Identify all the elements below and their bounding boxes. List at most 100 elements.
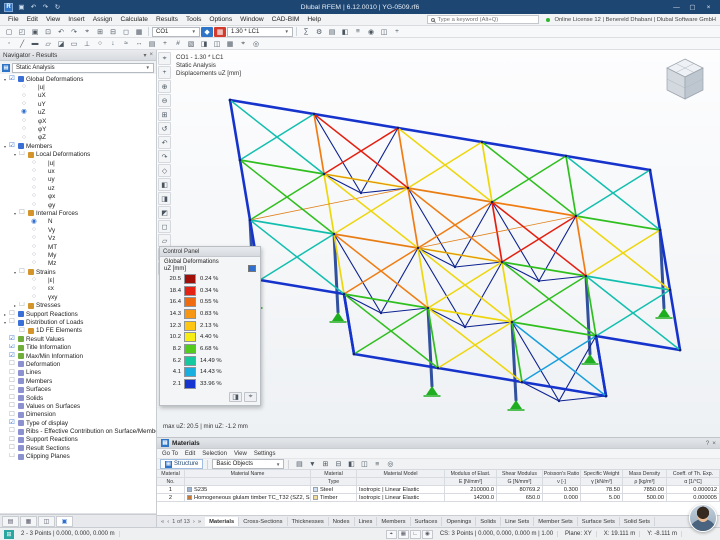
print-button[interactable]: ⊡ bbox=[42, 27, 54, 37]
section-tool[interactable]: ▤ bbox=[146, 39, 158, 49]
osnap-toggle[interactable]: ◉ bbox=[422, 530, 433, 539]
navigator-tree-item[interactable]: ○ φx bbox=[0, 192, 156, 200]
navigator-tree-item[interactable]: ○ εx bbox=[0, 285, 156, 293]
isometric-view-tool[interactable]: ◇ bbox=[158, 164, 171, 177]
navigator-tree-item[interactable]: ☐ 1D FE Elements bbox=[0, 327, 156, 335]
tree-check-control[interactable]: ○ bbox=[20, 101, 28, 108]
navigator-tree-item[interactable]: ○ γxy bbox=[0, 293, 156, 301]
table-tab[interactable]: Nodes bbox=[329, 517, 355, 526]
tree-check-control[interactable]: ☐ bbox=[8, 403, 16, 410]
navigator-tree-item[interactable]: ▾ ☐ Distribution of Loads bbox=[0, 318, 156, 326]
tree-check-control[interactable]: ☐ bbox=[18, 151, 26, 158]
snap-tool[interactable]: ⌖ bbox=[237, 39, 249, 49]
ortho-toggle[interactable]: ∟ bbox=[410, 530, 421, 539]
navigator-tree-item[interactable]: ○ ux bbox=[0, 167, 156, 175]
menu-item[interactable]: View bbox=[42, 15, 64, 24]
menu-item[interactable]: Assign bbox=[89, 15, 117, 24]
tree-check-control[interactable]: ☐ bbox=[18, 302, 26, 309]
navigator-tree-item[interactable]: ○ |ε| bbox=[0, 276, 156, 284]
undo-button[interactable]: ↶ bbox=[55, 27, 67, 37]
tree-check-control[interactable]: ☐ bbox=[8, 361, 16, 368]
full-screen-tool[interactable]: ◻ bbox=[158, 220, 171, 233]
snap-settings-icon[interactable]: ⊞ bbox=[4, 530, 14, 539]
legend-color-swatch[interactable] bbox=[184, 321, 196, 331]
navigator-tree-item[interactable]: ▾ ☑ Members bbox=[0, 142, 156, 150]
user-avatar[interactable] bbox=[689, 504, 717, 532]
axes-tool[interactable]: + bbox=[159, 39, 171, 49]
tree-check-control[interactable]: ☐ bbox=[8, 437, 16, 444]
zoom-out-tool[interactable]: ⊖ bbox=[158, 94, 171, 107]
snap-toggle[interactable]: ⌖ bbox=[386, 530, 397, 539]
tree-check-control[interactable]: ☑ bbox=[8, 420, 16, 427]
keyword-search-input[interactable] bbox=[437, 17, 535, 23]
menu-item[interactable]: Calculate bbox=[116, 15, 152, 24]
tree-check-control[interactable]: ☐ bbox=[8, 370, 16, 377]
rotate-view-tool[interactable]: ↺ bbox=[158, 122, 171, 135]
navigator-tree-item[interactable]: ☑ Result Values bbox=[0, 335, 156, 343]
grid-toggle[interactable]: ▦ bbox=[398, 530, 409, 539]
tree-check-control[interactable]: ☐ bbox=[8, 395, 16, 402]
view-z-tool[interactable]: ◩ bbox=[158, 206, 171, 219]
new-model-button[interactable]: ▢ bbox=[3, 27, 15, 37]
select-objects-button[interactable]: ⌖ bbox=[81, 27, 93, 37]
grid-tool[interactable]: ▦ bbox=[224, 39, 236, 49]
navigator-tree-item[interactable]: ☐ Values on Surfaces bbox=[0, 402, 156, 410]
tree-check-control[interactable]: ○ bbox=[20, 118, 28, 125]
table-tab[interactable]: Solids bbox=[476, 517, 501, 526]
navigator-tree-item[interactable]: ○ Vz bbox=[0, 234, 156, 242]
navigator-tree-item[interactable]: ○ φy bbox=[0, 201, 156, 209]
hinge-tool[interactable]: ○ bbox=[94, 39, 106, 49]
navigator-tree-item[interactable]: ○ |u| bbox=[0, 159, 156, 167]
legend-color-swatch[interactable] bbox=[184, 356, 196, 366]
tree-check-control[interactable]: ○ bbox=[30, 202, 38, 209]
control-panel[interactable]: Control Panel Global Deformations uZ [mm… bbox=[159, 246, 261, 406]
tree-check-control[interactable]: ☐ bbox=[8, 311, 16, 318]
table-menu-item[interactable]: Go To bbox=[162, 451, 178, 457]
tables-button[interactable]: ▤ bbox=[326, 27, 338, 37]
navigator-tree-item[interactable]: ○ φY bbox=[0, 125, 156, 133]
navigator-tree-item[interactable]: ▾ ☐ Local Deformations bbox=[0, 151, 156, 159]
table-views-icon[interactable]: ◫ bbox=[358, 459, 370, 469]
load-factor-combo[interactable]: 1.30 * LC1▼ bbox=[227, 27, 293, 37]
tree-check-control[interactable]: ○ bbox=[20, 126, 28, 133]
tree-check-control[interactable]: ☐ bbox=[8, 412, 16, 419]
tree-check-control[interactable]: ○ bbox=[30, 260, 38, 267]
table-menu-item[interactable]: View bbox=[234, 451, 247, 457]
navigator-tree-item[interactable]: ▸ ☐ Stresses bbox=[0, 302, 156, 310]
graphic-printout-button[interactable]: ◧ bbox=[339, 27, 351, 37]
navigator-tab-views[interactable]: ◫ bbox=[38, 516, 55, 527]
tree-check-control[interactable]: ☐ bbox=[18, 210, 26, 217]
navigator-tab-display[interactable]: ▦ bbox=[20, 516, 37, 527]
panel-options-button[interactable]: ◨ bbox=[229, 392, 242, 402]
navigator-tree-item[interactable]: ○ uY bbox=[0, 100, 156, 108]
table-tab[interactable]: Line Sets bbox=[501, 517, 534, 526]
previous-view-tool[interactable]: ↶ bbox=[158, 136, 171, 149]
legend-color-swatch[interactable] bbox=[184, 367, 196, 377]
save-quick-icon[interactable]: ▣ bbox=[16, 2, 27, 12]
printout-report-button[interactable]: ≡ bbox=[352, 27, 364, 37]
remove-row-icon[interactable]: ⊟ bbox=[332, 459, 344, 469]
select-tool[interactable]: ⌖ bbox=[158, 52, 171, 65]
menu-item[interactable]: Insert bbox=[64, 15, 89, 24]
tree-check-control[interactable]: ○ bbox=[30, 294, 38, 301]
navigator-tree-item[interactable]: ☐ Dimension bbox=[0, 411, 156, 419]
table-view-icon[interactable]: ▤ bbox=[293, 459, 305, 469]
tree-check-control[interactable]: ☑ bbox=[8, 76, 16, 83]
prev-table-button[interactable]: ‹ bbox=[167, 519, 169, 525]
table-menu-item[interactable]: Settings bbox=[254, 451, 276, 457]
legend-color-swatch[interactable] bbox=[184, 332, 196, 342]
keyword-search[interactable] bbox=[427, 15, 539, 24]
redo-quick-icon[interactable]: ↷ bbox=[40, 2, 51, 12]
tree-check-control[interactable]: ○ bbox=[30, 252, 38, 259]
add-row-icon[interactable]: ⊞ bbox=[319, 459, 331, 469]
refresh-quick-icon[interactable]: ↻ bbox=[52, 2, 63, 12]
calculation-settings-button[interactable]: ⚙ bbox=[313, 27, 325, 37]
edit-cell-icon[interactable]: ◧ bbox=[345, 459, 357, 469]
view-x-tool[interactable]: ◧ bbox=[158, 178, 171, 191]
tree-check-control[interactable]: ○ bbox=[30, 235, 38, 242]
zoom-window-button[interactable]: ⊞ bbox=[94, 27, 106, 37]
navigator-tree-item[interactable]: ☐ Surfaces bbox=[0, 385, 156, 393]
navigator-tree-item[interactable]: ▾ ☐ Internal Forces bbox=[0, 209, 156, 217]
navigator-tree-item[interactable]: ○ φZ bbox=[0, 134, 156, 142]
table-tab[interactable]: Solid Sets bbox=[620, 517, 655, 526]
